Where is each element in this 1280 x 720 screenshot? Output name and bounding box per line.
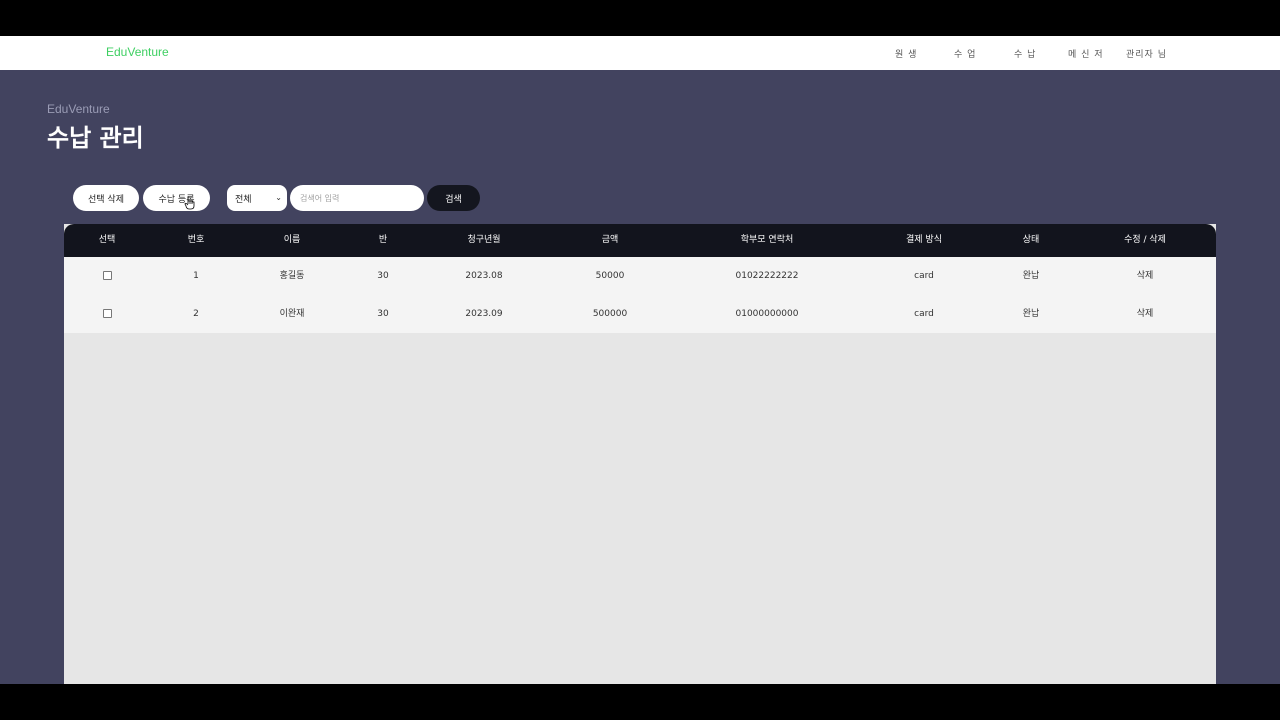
column-header-amount: 금액 — [601, 235, 619, 245]
cell-number: 1 — [193, 271, 199, 281]
column-header-class: 반 — [378, 235, 388, 245]
brand-logo[interactable]: EduVenture — [106, 45, 169, 59]
table-row: 1 홍길동 30 2023.08 50000 01022222222 card … — [64, 257, 1216, 295]
letterbox-bottom — [0, 684, 1280, 720]
column-header-select: 선택 — [98, 235, 116, 245]
register-payment-button[interactable]: 수납 등록 — [143, 185, 210, 211]
row-checkbox[interactable] — [103, 309, 112, 318]
chevron-down-icon: ⌄ — [275, 193, 282, 202]
column-header-number: 번호 — [187, 235, 205, 245]
page-subtitle: EduVenture — [47, 102, 110, 116]
cell-parent-phone: 01022222222 — [735, 271, 799, 281]
nav-item-payments[interactable]: 수 납 — [1014, 47, 1036, 60]
cell-class: 30 — [377, 271, 389, 281]
cell-name: 이완재 — [279, 309, 305, 319]
cell-parent-phone: 01000000000 — [735, 309, 799, 319]
column-header-actions: 수정 / 삭제 — [1124, 235, 1166, 245]
column-header-parent-phone: 학부모 연락처 — [740, 235, 794, 245]
nav-item-admin[interactable]: 관리자 님 — [1126, 47, 1167, 60]
filter-select[interactable]: 전체 ⌄ — [227, 185, 287, 211]
cell-class: 30 — [377, 309, 389, 319]
column-header-payment-method: 결제 방식 — [906, 235, 942, 245]
cell-status: 완납 — [1022, 309, 1040, 319]
table-row: 2 이완재 30 2023.09 500000 01000000000 card… — [64, 295, 1216, 333]
cell-payment-method: card — [914, 309, 934, 319]
cell-number: 2 — [193, 309, 199, 319]
cell-payment-method: card — [914, 271, 934, 281]
cell-status: 완납 — [1022, 271, 1040, 281]
page-title: 수납 관리 — [47, 124, 144, 152]
filter-select-value: 전체 — [235, 194, 252, 205]
cell-billing-month: 2023.09 — [465, 309, 503, 319]
table-header: 선택 번호 이름 반 청구년월 금액 학부모 연락처 결제 방식 상태 수정 /… — [64, 224, 1216, 257]
hand-cursor-icon — [184, 197, 195, 210]
delete-row-button[interactable]: 삭제 — [1137, 295, 1154, 333]
cell-billing-month: 2023.08 — [465, 271, 503, 281]
column-header-status: 상태 — [1022, 235, 1040, 245]
letterbox-top — [0, 0, 1280, 36]
cell-name: 홍길동 — [279, 271, 305, 281]
delete-row-button[interactable]: 삭제 — [1137, 257, 1154, 295]
nav-item-messenger[interactable]: 메 신 저 — [1068, 47, 1104, 60]
row-checkbox[interactable] — [103, 271, 112, 280]
search-input[interactable]: 검색어 입력 — [290, 185, 424, 211]
cell-amount: 500000 — [592, 309, 628, 319]
column-header-name: 이름 — [283, 235, 301, 245]
search-button[interactable]: 검색 — [427, 185, 480, 211]
navbar: EduVenture 원 생 수 업 수 납 메 신 저 관리자 님 — [0, 36, 1280, 71]
nav-item-students[interactable]: 원 생 — [895, 47, 917, 60]
nav-item-classes[interactable]: 수 업 — [954, 47, 976, 60]
column-header-billing-month: 청구년월 — [467, 235, 501, 245]
main-content: EduVenture 수납 관리 선택 삭제 수납 등록 전체 ⌄ 검색어 입력… — [0, 70, 1280, 684]
cell-amount: 50000 — [595, 271, 625, 281]
search-placeholder: 검색어 입력 — [300, 193, 340, 203]
delete-selected-button[interactable]: 선택 삭제 — [73, 185, 139, 211]
payments-table: 선택 번호 이름 반 청구년월 금액 학부모 연락처 결제 방식 상태 수정 /… — [64, 224, 1216, 684]
